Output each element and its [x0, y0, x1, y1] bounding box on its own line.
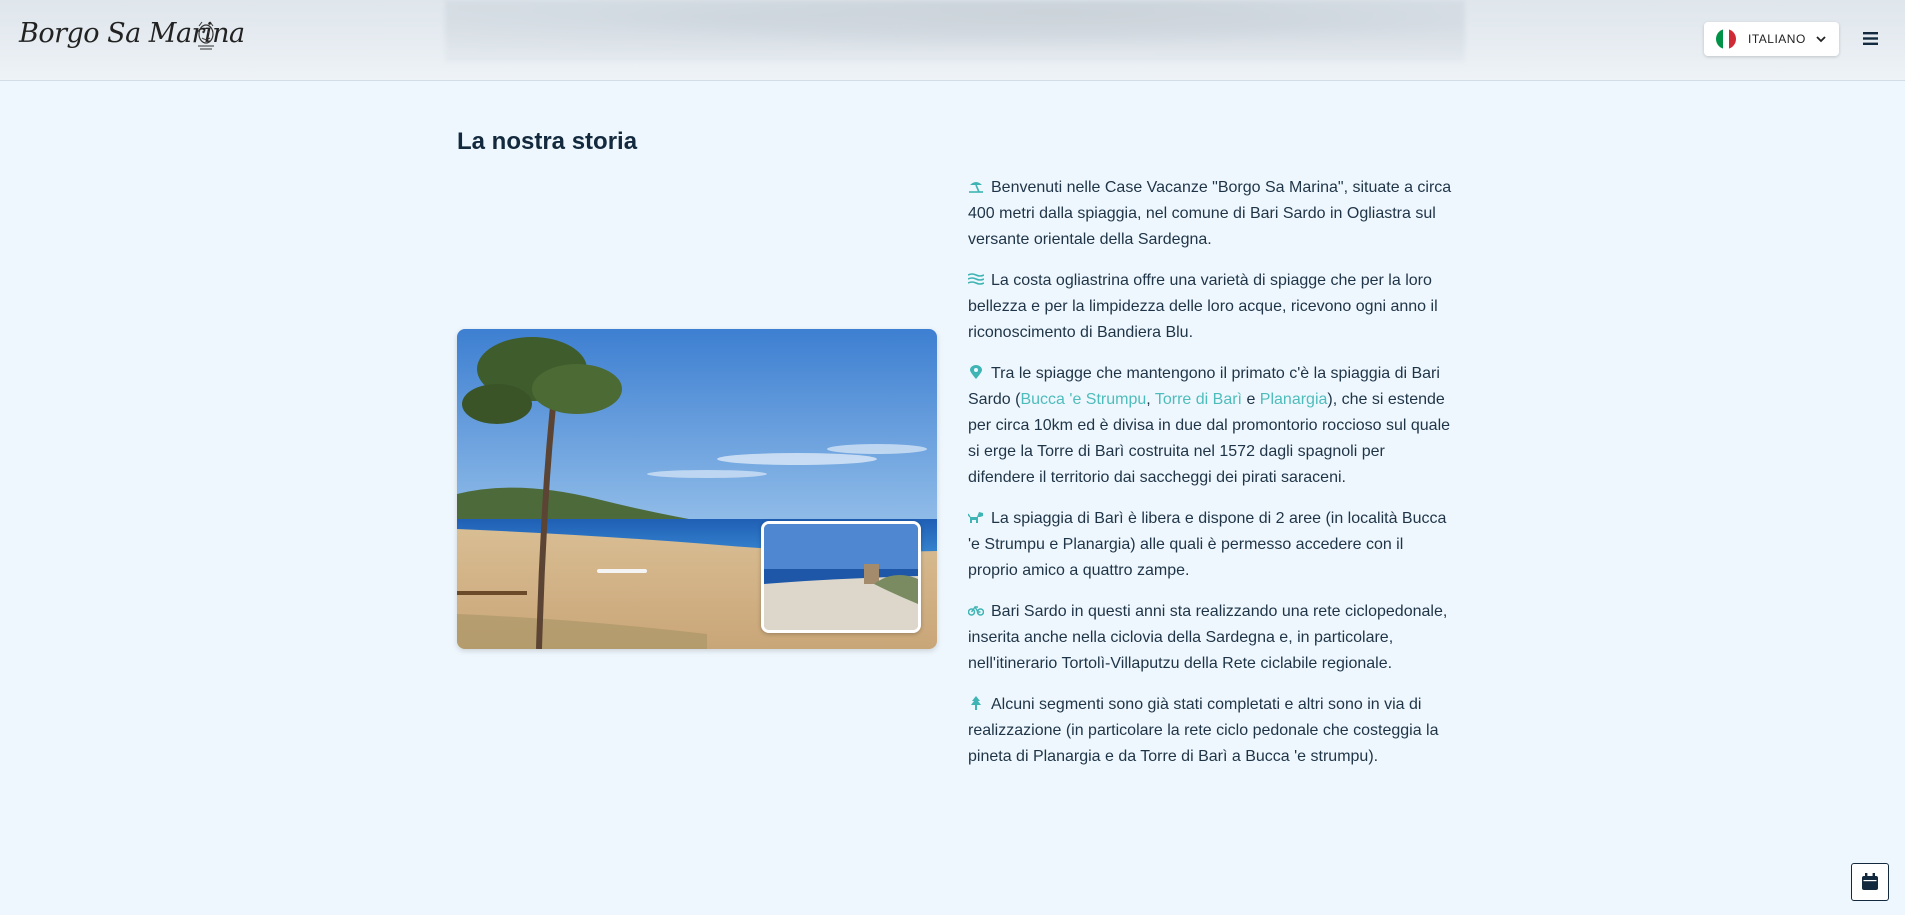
link-bucca-e-strumpu[interactable]: Bucca 'e Strumpu	[1020, 391, 1146, 408]
dog-icon	[968, 512, 983, 523]
water-waves-icon	[968, 273, 984, 285]
header-background-photo	[445, 0, 1465, 62]
story-text: Benvenuti nelle Case Vacanze "Borgo Sa M…	[968, 175, 1452, 785]
booking-calendar-button[interactable]	[1851, 863, 1889, 901]
language-label: ITALIANO	[1748, 32, 1806, 46]
logo-emblem-icon	[198, 21, 214, 50]
page-title: La nostra storia	[457, 128, 638, 155]
italy-flag-icon	[1716, 29, 1736, 49]
location-pin-icon	[970, 365, 982, 379]
calendar-icon	[1862, 873, 1878, 890]
paragraph-segments: Alcuni segmenti sono già stati completat…	[968, 696, 1439, 765]
tower-inset-photo	[761, 521, 921, 633]
paragraph-dogs: La spiaggia di Barì è libera e dispone d…	[968, 510, 1447, 579]
hamburger-menu-icon[interactable]	[1862, 30, 1879, 47]
paragraph-coast: La costa ogliastrina offre una varietà d…	[968, 272, 1438, 341]
link-torre-di-bari[interactable]: Torre di Barì	[1155, 391, 1242, 408]
paragraph-beaches: Tra le spiagge che mantengono il primato…	[968, 365, 1451, 486]
chevron-down-icon	[1816, 36, 1826, 43]
site-header: Borgo Sa Marina ITALIANO	[0, 0, 1905, 81]
umbrella-beach-icon	[969, 182, 983, 193]
bicycle-icon	[968, 605, 984, 616]
link-planargia[interactable]: Planargia	[1260, 391, 1328, 408]
paragraph-cycling: Bari Sardo in questi anni sta realizzand…	[968, 603, 1448, 672]
language-selector[interactable]: ITALIANO	[1704, 22, 1839, 56]
tree-icon	[971, 696, 981, 710]
paragraph-welcome: Benvenuti nelle Case Vacanze "Borgo Sa M…	[968, 179, 1452, 248]
